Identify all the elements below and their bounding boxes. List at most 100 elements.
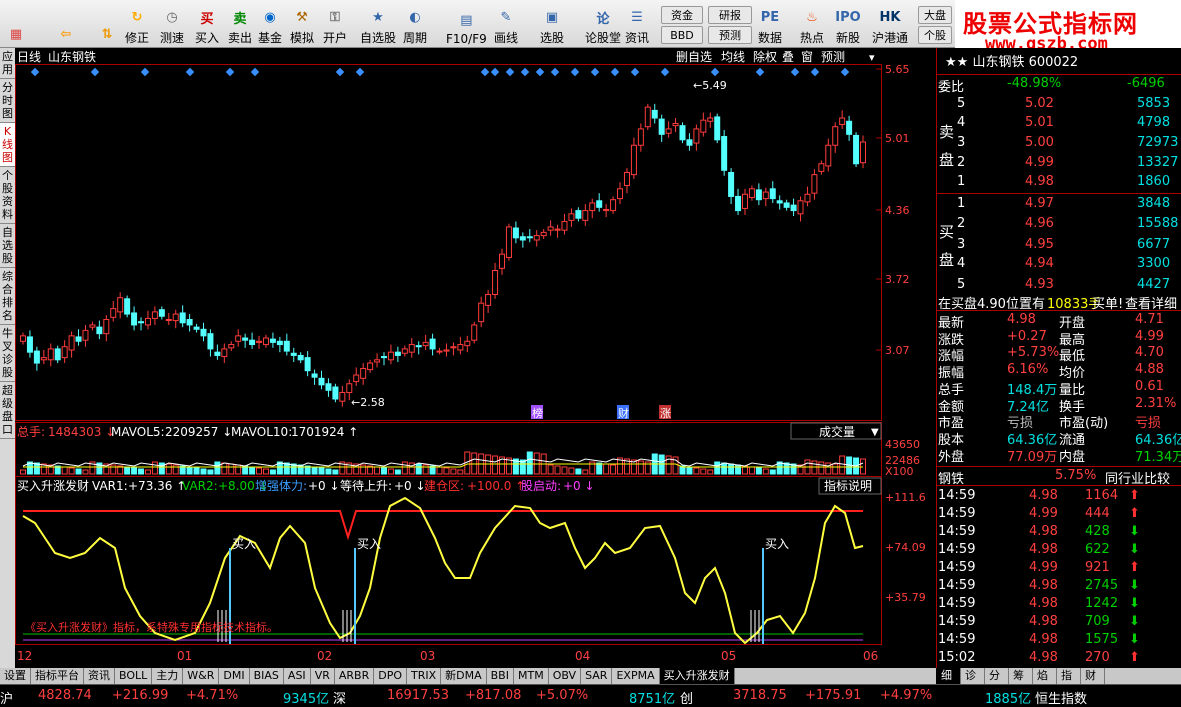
back-arrow-icon: ⇦ — [60, 26, 72, 42]
toolbar-grid-button[interactable]: ▦ — [4, 2, 28, 46]
left-tab[interactable]: 综合排名 — [0, 268, 15, 325]
toolbar-hammer-button[interactable]: ⚒ 模拟 — [290, 2, 314, 46]
indicator-tab[interactable]: W&R — [183, 668, 220, 684]
event-marker-label[interactable]: 财 — [618, 406, 629, 420]
toolbar-clock-button[interactable]: ◷ 测速 — [160, 2, 184, 46]
toolbar-small-button[interactable]: BBD — [661, 26, 703, 44]
dropdown-chevron-icon[interactable]: ▼ — [871, 427, 879, 438]
toolbar-hk-button[interactable]: HK 沪港通 — [872, 2, 908, 46]
toolbar-lock-button[interactable]: ⚿ 开户 — [323, 2, 347, 46]
left-tab[interactable]: 个股资料 — [0, 167, 15, 224]
toolbar-back-arrow-button[interactable]: ⇦ — [54, 2, 78, 46]
toolbar-up-down-button[interactable]: ⇅ — [95, 2, 119, 46]
volume-total-value: 1484303 ↓ — [48, 425, 115, 439]
kline-chart-area[interactable]: 日线 山东钢铁 删自选 均线 除权叠窗预测 ▾ 5.65 5.01 4.36 3.72 3.07 ←5… — [15, 48, 934, 668]
volume-bar — [408, 462, 415, 475]
indicator-tab[interactable]: DMI — [219, 668, 250, 684]
chart-tool-button[interactable]: 预测 — [821, 50, 845, 64]
chart-tool-button[interactable]: 窗 — [801, 50, 813, 64]
indicator-tab[interactable]: 指标平台 — [31, 668, 84, 684]
event-marker-label[interactable]: 涨 — [660, 407, 671, 420]
toolbar-ipo-button[interactable]: IPO 新股 — [835, 2, 860, 46]
indicator-tab[interactable]: DPO — [374, 668, 407, 684]
indicator-tab[interactable]: BOLL — [115, 668, 153, 684]
indicator-tab[interactable]: 设置 — [0, 668, 31, 684]
left-tab[interactable]: K线图 — [0, 123, 15, 167]
level: 4 — [957, 256, 966, 271]
toolbar-select-button[interactable]: ▣ 选股 — [540, 2, 564, 46]
volume-bar — [769, 469, 776, 475]
indicator-tab[interactable]: SAR — [581, 668, 613, 684]
toolbar-small-button[interactable]: 研报 — [708, 6, 752, 24]
signal-diamond-marker — [505, 67, 515, 77]
chart-tool-button[interactable]: 删自选 — [676, 50, 712, 64]
indicator-tab[interactable]: 资讯 — [84, 668, 115, 684]
indicator-tab[interactable]: ARBR — [335, 668, 375, 684]
toolbar-pe-button[interactable]: PE 数据 — [758, 2, 782, 46]
divider — [937, 193, 1181, 194]
stat-value: 4.99 — [1135, 328, 1164, 344]
indicator-tab[interactable]: BIAS — [250, 668, 284, 684]
toolbar-small-button[interactable]: 资金 — [661, 6, 703, 24]
toolbar-buy-button[interactable]: 买买入 — [195, 2, 219, 46]
left-tab[interactable]: 分时图 — [0, 79, 15, 123]
toolbar-sell-button[interactable]: 卖卖出 — [228, 2, 252, 46]
toolbar-fund-button[interactable]: ◉ 基金 — [258, 2, 282, 46]
pe-icon: PE — [760, 9, 780, 25]
left-tab[interactable]: 牛叉诊股 — [0, 325, 15, 382]
quote-tab[interactable]: 筹 — [1009, 668, 1033, 684]
toolbar-small-button[interactable]: 大盘 — [918, 6, 952, 24]
weibi-row: 委比 -48.98% -6496 — [937, 76, 1172, 95]
warehouse-value: +100.0 ↑ — [467, 479, 525, 493]
status-item: +216.99 — [112, 688, 169, 703]
chart-tool-button[interactable]: 均线 — [721, 50, 745, 64]
event-marker-label[interactable]: 榜 — [532, 406, 543, 420]
candle-body — [179, 312, 186, 324]
left-tab[interactable]: 超级盘口 — [0, 382, 15, 439]
toolbar-restore-button[interactable]: ↻ 修正 — [125, 2, 149, 46]
kline-chart-svg[interactable]: 日线 山东钢铁 删自选 均线 除权叠窗预测 ▾ 5.65 5.01 4.36 3.72 3.07 ←5… — [15, 48, 934, 668]
indicator-tab[interactable]: VR — [311, 668, 335, 684]
toolbar-news-button[interactable]: ☰ 资讯 — [625, 2, 649, 46]
candle-body — [429, 338, 436, 350]
quote-tab[interactable]: 分 — [985, 668, 1009, 684]
left-tab[interactable]: 自选股 — [0, 224, 15, 268]
toolbar-cycle-button[interactable]: ◐ 周期 — [403, 2, 427, 46]
indicator-tab[interactable]: 买入升涨发财 — [659, 668, 735, 684]
volume-indicator-dropdown-label[interactable]: 成交量 — [819, 424, 855, 439]
quote-tab[interactable]: 指 — [1057, 668, 1081, 684]
quote-tab[interactable]: 焰 — [1033, 668, 1057, 684]
indicator-tab[interactable]: OBV — [549, 668, 582, 684]
quote-tab[interactable]: 诊 — [961, 668, 985, 684]
quote-tab[interactable]: 财 — [1081, 668, 1105, 684]
chart-tool-button[interactable]: 叠 — [782, 50, 794, 64]
volume-bar — [547, 464, 554, 475]
indicator-tab[interactable]: EXPMA — [612, 668, 660, 684]
indicator-tab[interactable]: TRIX — [407, 668, 442, 684]
indicator-tab[interactable]: MTM — [514, 668, 549, 684]
status-item: 1885亿 — [985, 692, 1032, 707]
left-tab[interactable]: 应用 — [0, 48, 15, 79]
quote-bottom-tabs: 细诊分筹焰指财 — [937, 668, 1181, 684]
indicator-help-label[interactable]: 指标说明 — [824, 478, 872, 493]
toolbar-small-button[interactable]: 个股 — [918, 26, 952, 44]
candle-body — [561, 220, 568, 231]
toolbar-forum-button[interactable]: 论论股堂 — [585, 2, 621, 46]
indicator-tab[interactable]: 主力 — [152, 668, 184, 684]
toolbar-f10-button[interactable]: ▤ F10/F9 — [446, 2, 487, 47]
indicator-tab[interactable]: ASI — [284, 668, 311, 684]
toolbar-small-button[interactable]: 预测 — [708, 26, 752, 44]
toolbar-hot-button[interactable]: ♨ 热点 — [800, 2, 824, 46]
candle-body — [499, 253, 506, 269]
chart-menu-chevron-icon[interactable]: ▾ — [869, 51, 875, 64]
volume-bar — [686, 466, 693, 475]
quote-tab[interactable]: 细 — [937, 668, 961, 684]
toolbar-star-button[interactable]: ★ 自选股 — [360, 2, 396, 46]
chart-tool-button[interactable]: 除权 — [753, 49, 777, 64]
buy-side-label: 买 盘 — [939, 223, 955, 269]
signal-diamond-marker — [755, 67, 765, 77]
indicator-tab[interactable]: BBI — [487, 668, 514, 684]
toolbar-pen-button[interactable]: ✎ 画线 — [494, 2, 518, 46]
indicator-tab[interactable]: 新DMA — [441, 668, 487, 684]
toolbar-label: 热点 — [800, 31, 825, 45]
